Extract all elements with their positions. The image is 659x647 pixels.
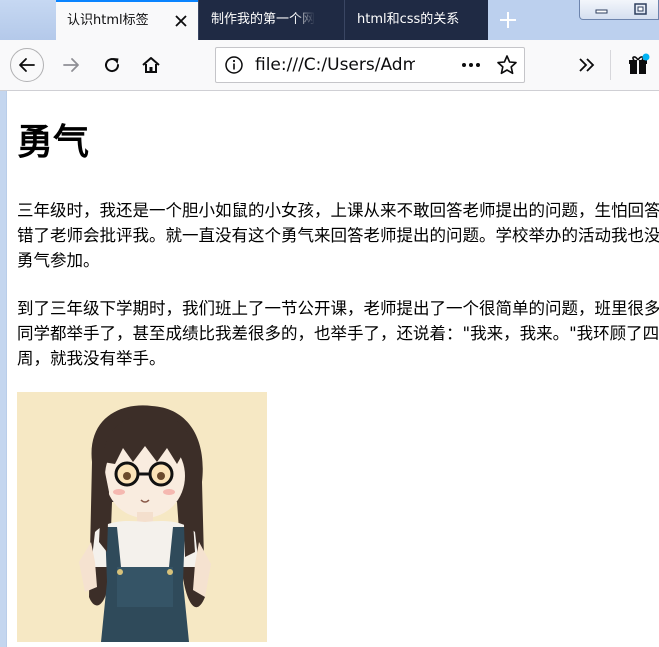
more-dots-icon[interactable] xyxy=(460,56,482,74)
address-bar[interactable]: file:///C:/Users/Adm xyxy=(215,47,525,83)
tab-first-webpage[interactable]: 制作我的第一个网 xyxy=(198,0,344,40)
bookmark-star-icon[interactable] xyxy=(496,54,518,76)
tab-strip: 认识html标签 制作我的第一个网 html和css的关系 xyxy=(0,0,659,40)
new-tab-plus-icon[interactable] xyxy=(496,8,520,32)
tab-label: 制作我的第一个网 xyxy=(211,12,316,27)
close-icon[interactable] xyxy=(172,12,190,30)
page-content: 勇气 三年级时，我还是一个胆小如鼠的小女孩，上课从来不敢回答老师提出的问题，生怕… xyxy=(6,91,659,647)
gift-icon[interactable] xyxy=(626,53,650,77)
home-icon xyxy=(142,57,160,73)
article-heading: 勇气 xyxy=(17,122,90,163)
overflow-chevron-icon[interactable] xyxy=(576,55,598,75)
toolbar-divider xyxy=(610,50,611,80)
tab-label: html和css的关系 xyxy=(357,12,460,27)
url-text[interactable]: file:///C:/Users/Adm xyxy=(255,48,415,82)
article-paragraph: 到了三年级下学期时，我们班上了一节公开课，老师提出了一个很简单的问题，班里很多同… xyxy=(17,299,659,368)
arrow-left-icon xyxy=(19,58,35,72)
reload-button[interactable] xyxy=(95,48,129,82)
girl-illustration xyxy=(17,392,267,642)
article-paragraph: 三年级时，我还是一个胆小如鼠的小女孩，上课从来不敢回答老师提出的问题，生怕回答错… xyxy=(17,201,659,270)
navigation-toolbar: file:///C:/Users/Adm xyxy=(0,40,659,91)
tab-html-tags[interactable]: 认识html标签 xyxy=(56,0,198,40)
tab-html-css[interactable]: html和css的关系 xyxy=(344,0,488,40)
reload-icon xyxy=(105,58,120,73)
tab-strip-spacer xyxy=(0,0,56,40)
maximize-button[interactable] xyxy=(622,0,659,20)
forward-button[interactable] xyxy=(54,48,88,82)
minimize-icon xyxy=(595,9,608,14)
info-icon[interactable] xyxy=(224,55,244,75)
back-button[interactable] xyxy=(10,48,44,82)
tab-label: 认识html标签 xyxy=(67,13,149,28)
minimize-button[interactable] xyxy=(579,0,623,20)
home-button[interactable] xyxy=(134,48,168,82)
arrow-right-icon xyxy=(63,58,79,72)
maximize-icon xyxy=(634,3,647,15)
